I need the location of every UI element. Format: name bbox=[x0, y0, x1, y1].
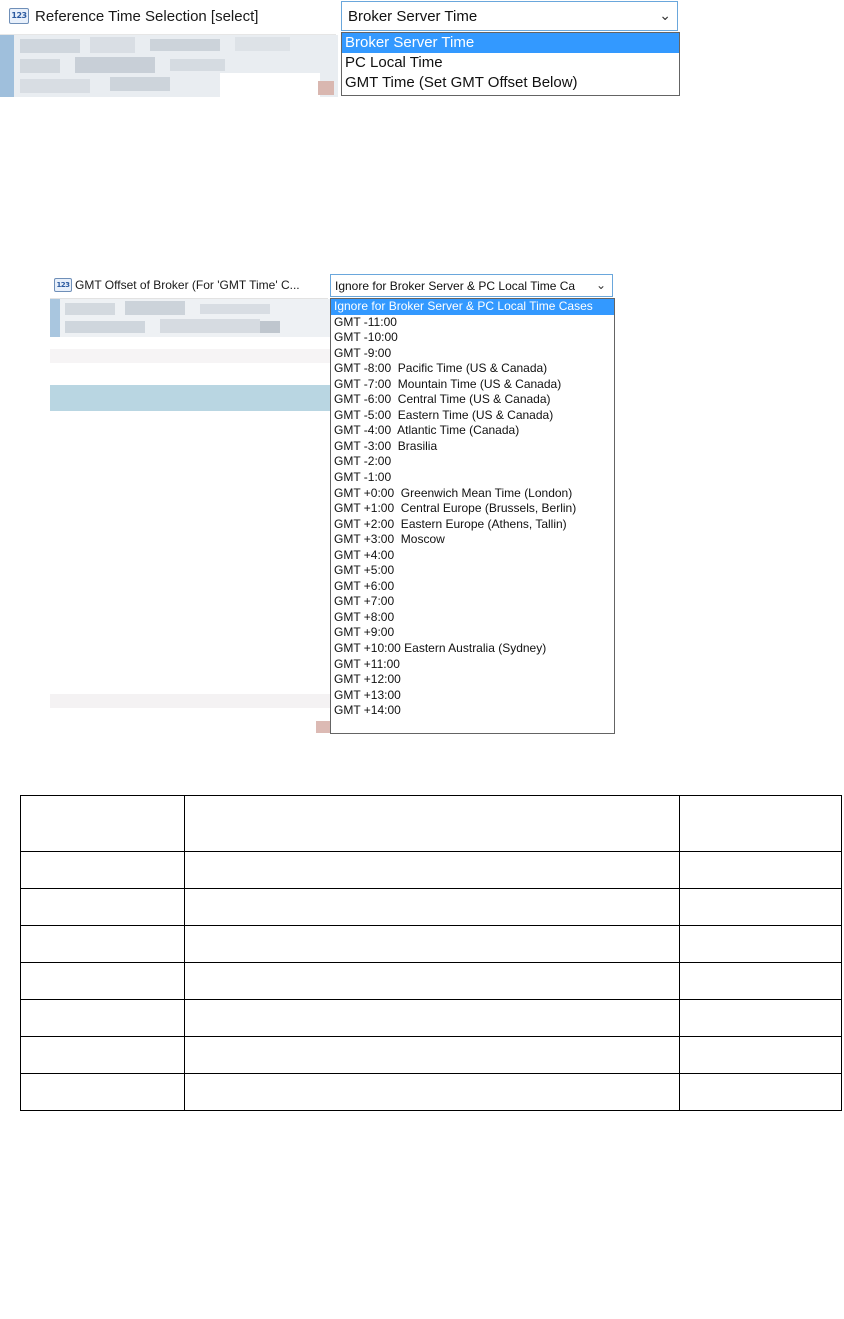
gmt-offset-label: GMT Offset of Broker (For 'GMT Time' C..… bbox=[75, 278, 300, 292]
table-row bbox=[20, 888, 842, 926]
dropdown-option[interactable]: PC Local Time bbox=[342, 53, 679, 73]
dropdown-option[interactable]: GMT -9:00 bbox=[331, 346, 614, 362]
empty-table bbox=[20, 795, 842, 1111]
chevron-down-icon[interactable]: ⌄ bbox=[590, 275, 612, 296]
dropdown-option[interactable]: GMT -6:00 Central Time (US & Canada) bbox=[331, 392, 614, 408]
dropdown-option[interactable]: GMT +14:00 bbox=[331, 703, 614, 719]
table-cell bbox=[184, 962, 680, 1000]
dropdown-option-selected[interactable]: Ignore for Broker Server & PC Local Time… bbox=[331, 299, 614, 315]
table-row bbox=[20, 1036, 842, 1074]
dropdown-option[interactable]: GMT +11:00 bbox=[331, 657, 614, 673]
obscured-property-grid bbox=[0, 35, 338, 97]
table-header-row bbox=[20, 795, 842, 852]
dropdown-option[interactable]: GMT +6:00 bbox=[331, 579, 614, 595]
dropdown-option[interactable]: GMT -7:00 Mountain Time (US & Canada) bbox=[331, 377, 614, 393]
table-row bbox=[20, 962, 842, 1000]
reference-time-panel: 123 Reference Time Selection [select] Br… bbox=[0, 0, 682, 97]
table-cell bbox=[679, 925, 842, 963]
dropdown-option[interactable]: GMT +12:00 bbox=[331, 672, 614, 688]
table-cell bbox=[679, 795, 842, 852]
dropdown-option[interactable]: GMT +9:00 bbox=[331, 625, 614, 641]
table-cell bbox=[20, 1036, 185, 1074]
dropdown-option-selected[interactable]: Broker Server Time bbox=[342, 33, 679, 53]
table-cell bbox=[184, 888, 680, 926]
reference-time-select[interactable]: Broker Server Time ⌄ bbox=[341, 1, 678, 31]
obscured-property-grid bbox=[50, 299, 330, 737]
dropdown-option[interactable]: GMT -10:00 bbox=[331, 330, 614, 346]
table-cell bbox=[184, 795, 680, 852]
dropdown-option[interactable]: GMT -11:00 bbox=[331, 315, 614, 331]
dropdown-option[interactable]: GMT -3:00 Brasilia bbox=[331, 439, 614, 455]
table-cell bbox=[184, 851, 680, 889]
dropdown-option[interactable]: GMT +7:00 bbox=[331, 594, 614, 610]
numeric-property-icon: 123 bbox=[9, 8, 29, 24]
table-cell bbox=[184, 925, 680, 963]
reference-time-selected-value: Broker Server Time bbox=[348, 8, 478, 25]
dropdown-option[interactable]: GMT +5:00 bbox=[331, 563, 614, 579]
dropdown-option[interactable]: GMT +8:00 bbox=[331, 610, 614, 626]
reference-time-label: Reference Time Selection [select] bbox=[35, 8, 259, 25]
numeric-property-icon: 123 bbox=[54, 278, 72, 292]
table-row bbox=[20, 925, 842, 963]
table-cell bbox=[20, 1073, 185, 1111]
table-cell bbox=[184, 1036, 680, 1074]
dropdown-option[interactable]: GMT +1:00 Central Europe (Brussels, Berl… bbox=[331, 501, 614, 517]
dropdown-option[interactable]: GMT +13:00 bbox=[331, 688, 614, 704]
reference-time-label-cell: 123 Reference Time Selection [select] bbox=[0, 0, 336, 35]
table-cell bbox=[20, 795, 185, 852]
table-cell bbox=[184, 1073, 680, 1111]
dropdown-option[interactable]: GMT -1:00 bbox=[331, 470, 614, 486]
table-cell bbox=[679, 888, 842, 926]
dropdown-option[interactable]: GMT +0:00 Greenwich Mean Time (London) bbox=[331, 486, 614, 502]
table-row bbox=[20, 999, 842, 1037]
chevron-down-icon[interactable]: ⌄ bbox=[659, 7, 671, 24]
table-cell bbox=[20, 999, 185, 1037]
dropdown-option[interactable]: GMT -5:00 Eastern Time (US & Canada) bbox=[331, 408, 614, 424]
table-cell bbox=[20, 962, 185, 1000]
dropdown-option[interactable]: GMT +3:00 Moscow bbox=[331, 532, 614, 548]
dropdown-option[interactable]: GMT +4:00 bbox=[331, 548, 614, 564]
table-cell bbox=[679, 851, 842, 889]
table-cell bbox=[679, 1036, 842, 1074]
reference-time-dropdown-list: Broker Server Time PC Local Time GMT Time … bbox=[341, 32, 680, 96]
dropdown-option[interactable]: GMT +10:00 Eastern Australia (Sydney) bbox=[331, 641, 614, 657]
table-row bbox=[20, 851, 842, 889]
dropdown-option[interactable]: GMT -4:00 Atlantic Time (Canada) bbox=[331, 423, 614, 439]
table-row bbox=[20, 1073, 842, 1111]
table-cell bbox=[184, 999, 680, 1037]
table-cell bbox=[20, 925, 185, 963]
table-cell bbox=[679, 1073, 842, 1111]
gmt-offset-dropdown-list: Ignore for Broker Server & PC Local Time… bbox=[330, 298, 615, 734]
table-cell bbox=[20, 851, 185, 889]
gmt-offset-panel: 123 GMT Offset of Broker (For 'GMT Time'… bbox=[50, 272, 616, 737]
dropdown-option[interactable]: GMT Time (Set GMT Offset Below) bbox=[342, 73, 679, 93]
dropdown-option[interactable]: GMT -8:00 Pacific Time (US & Canada) bbox=[331, 361, 614, 377]
dropdown-option[interactable]: GMT -2:00 bbox=[331, 454, 614, 470]
table-cell bbox=[20, 888, 185, 926]
gmt-offset-selected-value: Ignore for Broker Server & PC Local Time… bbox=[335, 279, 576, 293]
dropdown-option[interactable]: GMT +2:00 Eastern Europe (Athens, Tallin… bbox=[331, 517, 614, 533]
table-cell bbox=[679, 962, 842, 1000]
gmt-offset-label-cell: 123 GMT Offset of Broker (For 'GMT Time'… bbox=[50, 272, 328, 299]
table-cell bbox=[679, 999, 842, 1037]
gmt-offset-select[interactable]: Ignore for Broker Server & PC Local Time… bbox=[330, 274, 613, 297]
